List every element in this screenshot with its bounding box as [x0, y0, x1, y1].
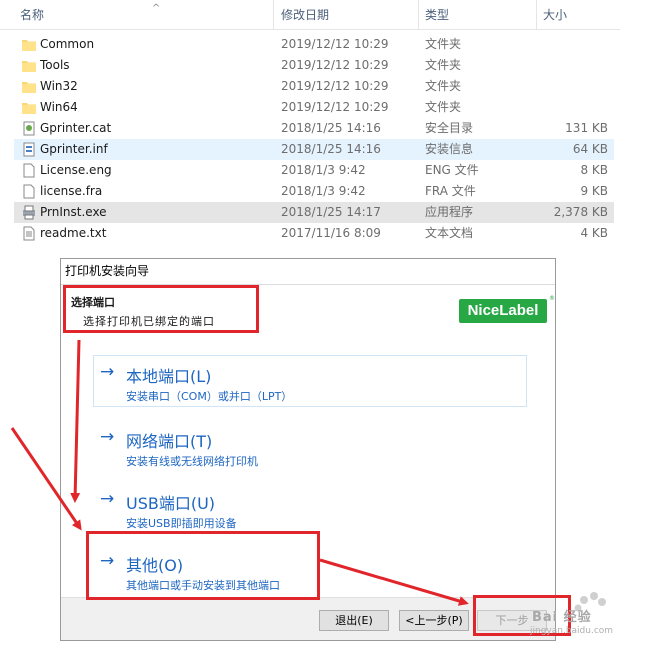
column-header-name[interactable]: 名称 ^: [14, 0, 274, 30]
option-title: 本地端口(L): [126, 367, 212, 386]
file-date: 2018/1/3 9:42: [281, 163, 366, 177]
column-date-label: 修改日期: [281, 8, 330, 22]
column-header-size[interactable]: 大小: [537, 0, 620, 30]
file-row[interactable]: license.fra 2018/1/3 9:42 FRA 文件 9 KB: [14, 181, 614, 202]
file-size: 9 KB: [580, 184, 608, 198]
annotation-box-other-option: [86, 531, 320, 600]
file-size: 131 KB: [565, 121, 608, 135]
arrow-right-icon: →: [100, 427, 115, 447]
file-row[interactable]: PrnInst.exe 2018/1/25 14:17 应用程序 2,378 KB: [14, 202, 614, 223]
sort-ascending-icon: ^: [152, 3, 161, 14]
file-date: 2019/12/12 10:29: [281, 100, 389, 114]
file-row[interactable]: Win64 2019/12/12 10:29 文件夹: [14, 97, 614, 118]
file-row[interactable]: Tools 2019/12/12 10:29 文件夹: [14, 55, 614, 76]
file-name: Gprinter.cat: [40, 121, 112, 135]
folder-icon: [22, 58, 36, 73]
wizard-title: 打印机安装向导: [61, 259, 555, 285]
arrow-right-icon: →: [100, 362, 115, 382]
file-type: 应用程序: [425, 205, 474, 219]
option-local-port[interactable]: → 本地端口(L) 安装串口（COM）或并口（LPT）: [93, 355, 527, 407]
option-usb-port[interactable]: → USB端口(U) 安装USB即插即用设备: [93, 482, 527, 534]
option-description: 安装有线或无线网络打印机: [126, 455, 258, 468]
registered-mark: ®: [549, 295, 555, 302]
option-description: 安装串口（COM）或并口（LPT）: [126, 390, 293, 403]
file-date: 2018/1/25 14:16: [281, 142, 381, 156]
watermark-url: jingyan.baidu.com: [530, 626, 614, 636]
file-row[interactable]: Win32 2019/12/12 10:29 文件夹: [14, 76, 614, 97]
arrow-right-icon: →: [100, 489, 115, 509]
file-type: FRA 文件: [425, 184, 476, 198]
file-row[interactable]: Gprinter.cat 2018/1/25 14:16 安全目录 131 KB: [14, 118, 614, 139]
file-name: Win32: [40, 79, 78, 93]
file-date: 2018/1/25 14:16: [281, 121, 381, 135]
file-name: Common: [40, 37, 95, 51]
column-header-date[interactable]: 修改日期: [275, 0, 419, 30]
file-type: 安全目录: [425, 121, 474, 135]
file-size: 4 KB: [580, 226, 608, 240]
file-name: PrnInst.exe: [40, 205, 107, 219]
file-name: Win64: [40, 100, 78, 114]
text-file-icon: [22, 226, 36, 241]
nicelabel-logo: NiceLabel: [459, 299, 547, 323]
document-icon: [22, 163, 36, 178]
file-date: 2019/12/12 10:29: [281, 79, 389, 93]
column-header-type[interactable]: 类型: [419, 0, 537, 30]
file-row[interactable]: readme.txt 2017/11/16 8:09 文本文档 4 KB: [14, 223, 614, 244]
option-title: 网络端口(T): [126, 432, 213, 451]
file-type: 文本文档: [425, 226, 474, 240]
file-date: 2018/1/25 14:17: [281, 205, 381, 219]
file-list: 名称 ^ 修改日期 类型 大小 Common 2019/12/12 10:29 文件…: [0, 0, 620, 250]
folder-icon: [22, 100, 36, 115]
column-size-label: 大小: [543, 8, 568, 22]
file-size: 8 KB: [580, 163, 608, 177]
file-date: 2019/12/12 10:29: [281, 37, 389, 51]
option-network-port[interactable]: → 网络端口(T) 安装有线或无线网络打印机: [93, 420, 527, 472]
option-description: 安装USB即插即用设备: [126, 517, 237, 530]
watermark-text: Bai 经验: [532, 610, 592, 625]
file-name: readme.txt: [40, 226, 107, 240]
catalog-icon: [22, 121, 36, 136]
file-date: 2017/11/16 8:09: [281, 226, 381, 240]
file-row[interactable]: License.eng 2018/1/3 9:42 ENG 文件 8 KB: [14, 160, 614, 181]
column-type-label: 类型: [425, 8, 450, 22]
file-type: 文件夹: [425, 58, 462, 72]
annotation-box-header: [63, 285, 259, 333]
file-date: 2019/12/12 10:29: [281, 58, 389, 72]
file-type: ENG 文件: [425, 163, 479, 177]
exit-button[interactable]: 退出(E): [319, 610, 389, 631]
file-date: 2018/1/3 9:42: [281, 184, 366, 198]
folder-icon: [22, 37, 36, 52]
setup-info-icon: [22, 142, 36, 157]
column-header-row: 名称 ^ 修改日期 类型 大小: [0, 0, 620, 30]
file-size: 2,378 KB: [553, 205, 608, 219]
file-size: 64 KB: [572, 142, 608, 156]
file-name: License.eng: [40, 163, 112, 177]
file-row[interactable]: Common 2019/12/12 10:29 文件夹: [14, 34, 614, 55]
file-name: Tools: [40, 58, 70, 72]
option-title: USB端口(U): [126, 494, 216, 513]
file-row[interactable]: Gprinter.inf 2018/1/25 14:16 安装信息 64 KB: [14, 139, 614, 160]
printer-exe-icon: [22, 205, 36, 220]
file-name: license.fra: [40, 184, 103, 198]
file-type: 文件夹: [425, 100, 462, 114]
file-type: 文件夹: [425, 37, 462, 51]
back-button[interactable]: <上一步(P): [399, 610, 469, 631]
column-name-label: 名称: [20, 8, 45, 22]
file-name: Gprinter.inf: [40, 142, 108, 156]
file-type: 安装信息: [425, 142, 474, 156]
document-icon: [22, 184, 36, 199]
file-type: 文件夹: [425, 79, 462, 93]
folder-icon: [22, 79, 36, 94]
